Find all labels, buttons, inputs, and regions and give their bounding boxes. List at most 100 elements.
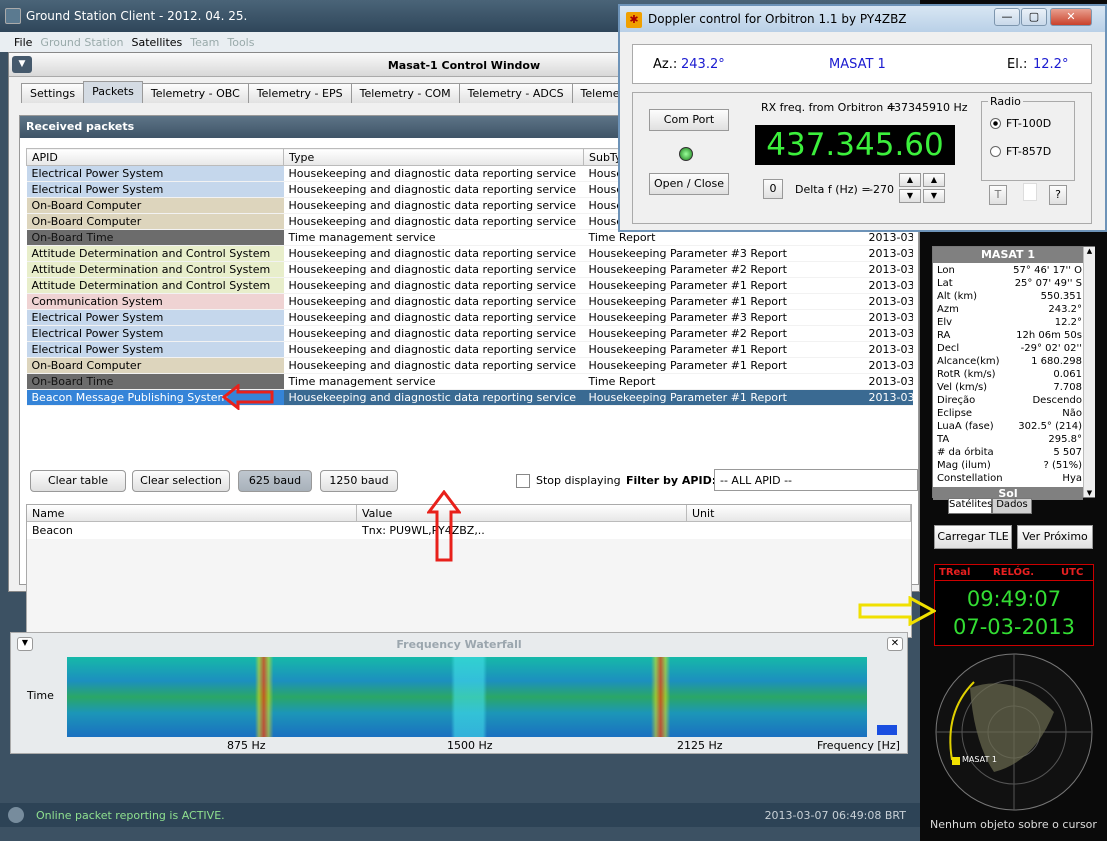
orbitron-key: Lon bbox=[937, 265, 955, 276]
col-apid[interactable]: APID bbox=[26, 148, 284, 166]
radio-group-label: Radio bbox=[988, 95, 1023, 108]
values-col-unit[interactable]: Unit bbox=[687, 505, 911, 522]
open-close-button[interactable]: Open / Close bbox=[649, 173, 729, 195]
col-type[interactable]: Type bbox=[283, 148, 584, 166]
orbitron-key: Decl bbox=[937, 343, 960, 354]
cell-apid: Electrical Power System bbox=[26, 165, 284, 182]
cell-subtype: Housekeeping Parameter #2 Report bbox=[583, 261, 864, 278]
menu-ground-station[interactable]: Ground Station bbox=[40, 36, 123, 49]
clear-selection-button[interactable]: Clear selection bbox=[132, 470, 230, 492]
window-menu-icon[interactable]: ▼ bbox=[12, 56, 32, 73]
stop-displaying-checkbox[interactable] bbox=[516, 474, 530, 488]
orbitron-row: Decl -29° 02' 02'' bbox=[935, 343, 1082, 356]
orbitron-value: 7.708 bbox=[1053, 382, 1082, 393]
clock-treal-label[interactable]: TReal bbox=[939, 567, 970, 578]
orbitron-value: 0.061 bbox=[1053, 369, 1082, 380]
orbitron-row: Eclipse Não bbox=[935, 408, 1082, 421]
cell-apid: Attitude Determination and Control Syste… bbox=[26, 277, 284, 294]
fine-up-button[interactable]: ▲ bbox=[923, 173, 945, 187]
table-row[interactable]: Electrical Power System Housekeeping and … bbox=[26, 309, 913, 326]
t-button[interactable]: T bbox=[989, 185, 1007, 205]
help-button[interactable]: ? bbox=[1049, 185, 1067, 205]
clear-table-button[interactable]: Clear table bbox=[30, 470, 126, 492]
next-pass-button[interactable]: Ver Próximo bbox=[1017, 525, 1093, 549]
status-text: Online packet reporting is ACTIVE. bbox=[36, 809, 225, 822]
table-row[interactable]: Beacon Message Publishing System Housekee… bbox=[26, 389, 913, 406]
menu-file[interactable]: File bbox=[14, 36, 32, 49]
baud-625-button[interactable]: 625 baud bbox=[238, 470, 312, 492]
cell-type: Housekeeping and diagnostic data reporti… bbox=[283, 197, 584, 214]
values-col-name[interactable]: Name bbox=[27, 505, 357, 522]
menu-satellites[interactable]: Satellites bbox=[132, 36, 183, 49]
orbitron-row: Alcance(km) 1 680.298 bbox=[935, 356, 1082, 369]
cell-time: 2013-03- bbox=[863, 389, 913, 406]
tab-telemetry-com[interactable]: Telemetry - COM bbox=[350, 83, 460, 103]
minimize-button[interactable]: — bbox=[994, 8, 1020, 26]
table-row[interactable]: On-Board Time Time management service Time… bbox=[26, 373, 913, 390]
filter-apid-select[interactable]: -- ALL APID -- bbox=[714, 469, 918, 491]
radar-sat-marker-icon bbox=[952, 757, 960, 765]
cell-subtype: Housekeeping Parameter #2 Report bbox=[583, 325, 864, 342]
cell-type: Housekeeping and diagnostic data reporti… bbox=[283, 357, 584, 374]
orbitron-row: RotR (km/s) 0.061 bbox=[935, 369, 1082, 382]
orbitron-key: Alt (km) bbox=[937, 291, 978, 302]
tab-dados[interactable]: Dados bbox=[992, 498, 1032, 514]
cell-apid: On-Board Time bbox=[26, 229, 284, 246]
delta-f-value: -270 bbox=[869, 183, 894, 196]
orbitron-value: 302.5° (214) bbox=[1018, 421, 1082, 432]
radio-ft857d[interactable] bbox=[990, 146, 1001, 157]
orbitron-value: -29° 02' 02'' bbox=[1020, 343, 1082, 354]
clock-relog-label[interactable]: RELÓG. bbox=[993, 567, 1034, 578]
com-port-button[interactable]: Com Port bbox=[649, 109, 729, 131]
table-row[interactable]: Communication System Housekeeping and dia… bbox=[26, 293, 913, 310]
zero-button[interactable]: 0 bbox=[763, 179, 783, 199]
blank-indicator bbox=[1023, 183, 1037, 201]
maximize-button[interactable]: ▢ bbox=[1021, 8, 1047, 26]
waterfall-collapse-icon[interactable]: ▼ bbox=[17, 637, 33, 651]
values-row[interactable]: Beacon Tnx: PU9WL,PY4ZBZ,.. bbox=[27, 522, 911, 539]
coarse-down-button[interactable]: ▼ bbox=[899, 189, 921, 203]
orbitron-value: 25° 07' 49'' S bbox=[1014, 278, 1082, 289]
value-name: Beacon bbox=[32, 524, 73, 537]
orbitron-value: Descendo bbox=[1032, 395, 1082, 406]
table-row[interactable]: Attitude Determination and Control Syste… bbox=[26, 261, 913, 278]
table-row[interactable]: Attitude Determination and Control Syste… bbox=[26, 277, 913, 294]
cell-time: 2013-03- bbox=[863, 277, 913, 294]
baud-1250-button[interactable]: 1250 baud bbox=[320, 470, 398, 492]
cell-apid: Electrical Power System bbox=[26, 181, 284, 198]
menu-team[interactable]: Team bbox=[190, 36, 219, 49]
coarse-up-button[interactable]: ▲ bbox=[899, 173, 921, 187]
menu-tools[interactable]: Tools bbox=[227, 36, 254, 49]
orbitron-scrollbar[interactable]: ▲ ▼ bbox=[1083, 247, 1095, 497]
table-row[interactable]: Attitude Determination and Control Syste… bbox=[26, 245, 913, 262]
load-tle-button[interactable]: Carregar TLE bbox=[934, 525, 1012, 549]
tab-settings[interactable]: Settings bbox=[21, 83, 85, 103]
table-row[interactable]: Electrical Power System Housekeeping and … bbox=[26, 325, 913, 342]
fine-down-button[interactable]: ▼ bbox=[923, 189, 945, 203]
orbitron-row: Elv 12.2° bbox=[935, 317, 1082, 330]
waterfall-close-icon[interactable]: ✕ bbox=[887, 637, 903, 651]
cell-type: Housekeeping and diagnostic data reporti… bbox=[283, 389, 584, 406]
tab-telemetry-adcs[interactable]: Telemetry - ADCS bbox=[458, 83, 573, 103]
rx-freq-value: 437345910 Hz bbox=[887, 101, 968, 114]
values-col-value[interactable]: Value bbox=[357, 505, 687, 522]
table-row[interactable]: On-Board Computer Housekeeping and diagno… bbox=[26, 357, 913, 374]
orbitron-row: Direção Descendo bbox=[935, 395, 1082, 408]
cell-subtype: Housekeeping Parameter #1 Report bbox=[583, 341, 864, 358]
doppler-body: Az.: 243.2° MASAT 1 El.: 12.2° Com Port … bbox=[620, 32, 1105, 230]
radar-sky-plot[interactable] bbox=[934, 652, 1094, 812]
doppler-window: Doppler control for Orbitron 1.1 by PY4Z… bbox=[618, 4, 1107, 232]
clock-utc-label[interactable]: UTC bbox=[1061, 567, 1083, 578]
tab-telemetry-eps[interactable]: Telemetry - EPS bbox=[247, 83, 352, 103]
cell-type: Time management service bbox=[283, 229, 584, 246]
tab-telemetry-obc[interactable]: Telemetry - OBC bbox=[141, 83, 249, 103]
clock-box: TReal RELÓG. UTC 09:49:07 07-03-2013 bbox=[934, 564, 1094, 646]
radio-ft100d[interactable] bbox=[990, 118, 1001, 129]
cell-type: Housekeeping and diagnostic data reporti… bbox=[283, 181, 584, 198]
table-row[interactable]: Electrical Power System Housekeeping and … bbox=[26, 341, 913, 358]
tab-satelites[interactable]: Satélites bbox=[948, 498, 992, 514]
close-button[interactable]: ✕ bbox=[1050, 8, 1092, 26]
tab-packets[interactable]: Packets bbox=[83, 81, 143, 103]
cell-type: Housekeeping and diagnostic data reporti… bbox=[283, 325, 584, 342]
cell-apid: Communication System bbox=[26, 293, 284, 310]
